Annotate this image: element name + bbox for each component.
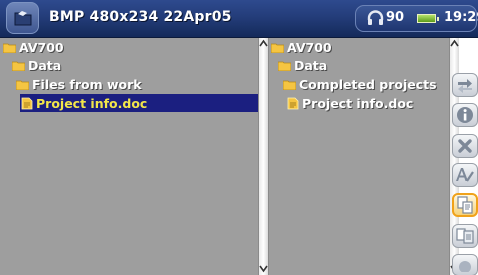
x-icon <box>458 139 472 153</box>
battery-icon <box>417 14 439 23</box>
tree-item-label: Project info.doc <box>36 95 148 111</box>
tree-item-label: Data <box>294 57 328 73</box>
rename-button[interactable] <box>452 163 478 187</box>
folder-icon <box>271 43 284 53</box>
tree-item-label: Completed projects <box>299 76 437 92</box>
right-file-pane[interactable]: AV700 Data Completed projects Project in… <box>269 38 449 275</box>
more-button[interactable] <box>452 254 478 275</box>
rename-icon <box>456 168 474 182</box>
arrows-icon <box>458 79 472 93</box>
tree-item-files-from-work[interactable]: Files from work <box>16 75 142 93</box>
file-icon <box>21 97 33 109</box>
move-button[interactable] <box>452 73 478 97</box>
window-title: BMP 480x234 22Apr05 <box>49 9 232 25</box>
tree-item-project-info-selected[interactable]: Project info.doc <box>20 94 258 112</box>
scroll-up-icon[interactable] <box>259 39 268 49</box>
tree-item-label: AV700 <box>287 39 332 55</box>
tree-item-label: AV700 <box>19 39 64 55</box>
folder-icon <box>12 61 25 71</box>
tree-item-av700[interactable]: AV700 <box>3 38 64 56</box>
delete-button[interactable] <box>452 134 478 158</box>
scroll-up-icon[interactable] <box>450 39 459 49</box>
copy-all-icon <box>456 228 474 244</box>
tree-item-project-info[interactable]: Project info.doc <box>286 94 413 112</box>
app-menu-button[interactable] <box>6 2 39 34</box>
left-scrollbar[interactable] <box>258 38 269 275</box>
copy-button[interactable] <box>452 193 478 217</box>
status-area: 90 19:29 <box>355 5 478 32</box>
folder-icon <box>3 43 16 53</box>
tree-item-label: Data <box>28 57 62 73</box>
scroll-down-icon[interactable] <box>259 263 268 273</box>
tree-item-label: Project info.doc <box>302 95 414 111</box>
left-file-pane[interactable]: AV700 Data Files from work Project info.… <box>0 38 258 275</box>
headphone-icon <box>367 10 384 25</box>
folder-icon <box>278 61 291 71</box>
folder-icon <box>16 80 29 90</box>
folder-icon <box>283 80 296 90</box>
info-button[interactable] <box>452 103 478 127</box>
tree-item-data[interactable]: Data <box>12 56 61 74</box>
tree-item-data[interactable]: Data <box>278 56 327 74</box>
volume-level: 90 <box>386 10 405 25</box>
tree-item-completed-projects[interactable]: Completed projects <box>283 75 437 93</box>
copy-all-button[interactable] <box>452 224 478 248</box>
tree-item-label: Files from work <box>32 76 142 92</box>
file-icon <box>287 97 299 109</box>
folder-icon <box>14 11 31 26</box>
tree-item-av700[interactable]: AV700 <box>271 38 332 56</box>
clock: 19:29 <box>444 10 478 25</box>
copy-icon <box>457 196 473 214</box>
info-icon <box>457 107 473 123</box>
more-icon <box>459 261 471 272</box>
title-bar: BMP 480x234 22Apr05 90 19:29 <box>0 0 478 38</box>
